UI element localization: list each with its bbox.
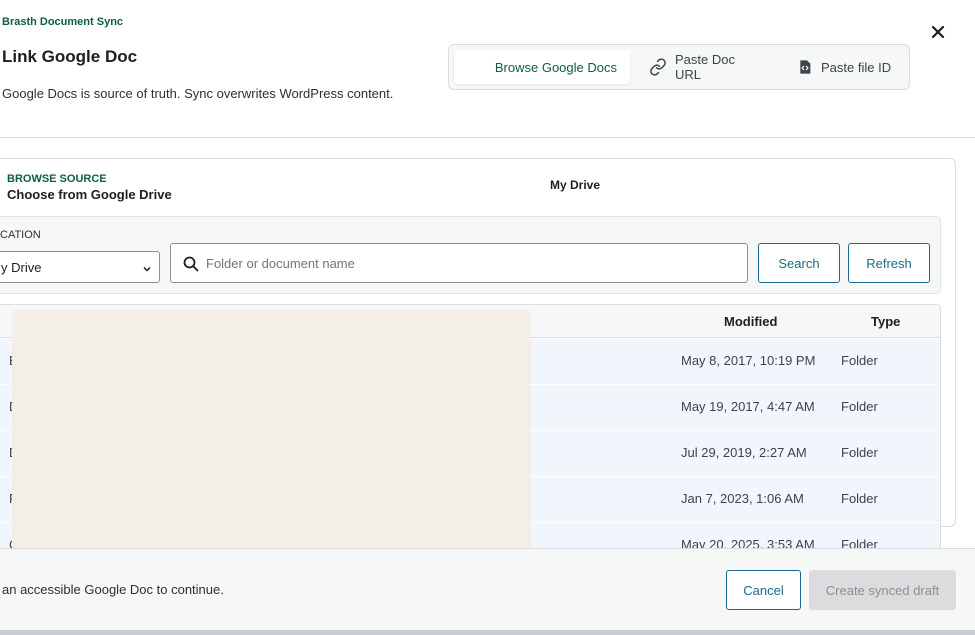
search-input[interactable] <box>206 244 741 282</box>
tab-paste-file-id-label: Paste file ID <box>821 59 892 75</box>
browse-source-title: Choose from Google Drive <box>7 187 172 202</box>
search-icon <box>183 256 199 277</box>
row-type: Folder <box>841 491 878 506</box>
location-select-value: y Drive <box>1 259 42 275</box>
browse-source-label: BROWSE SOURCE <box>7 173 107 185</box>
link-icon <box>649 58 667 76</box>
tab-paste-url-label: Paste Doc URL <box>675 52 735 82</box>
bottom-edge <box>0 630 975 635</box>
column-header-type[interactable]: Type <box>871 314 900 329</box>
location-select[interactable]: y Drive <box>0 251 160 283</box>
tab-browse-google-docs[interactable]: Browse Google Docs <box>454 50 630 84</box>
search-field[interactable] <box>170 243 748 283</box>
create-synced-draft-button[interactable]: Create synced draft <box>809 570 956 610</box>
refresh-button[interactable]: Refresh <box>848 243 930 283</box>
location-label: CATION <box>0 229 41 241</box>
dialog-description: Google Docs is source of truth. Sync ove… <box>2 86 394 101</box>
code-file-icon <box>797 59 813 75</box>
row-type: Folder <box>841 353 878 368</box>
row-type: Folder <box>841 399 878 414</box>
close-button[interactable] <box>926 22 950 46</box>
tab-browse-label: Browse Google Docs <box>494 59 617 75</box>
redacted-region <box>12 310 531 581</box>
cancel-button[interactable]: Cancel <box>726 570 801 610</box>
tab-paste-doc-url[interactable]: Paste Doc URL <box>639 50 769 84</box>
column-header-modified[interactable]: Modified <box>724 314 777 329</box>
app-label: Brasth Document Sync <box>2 16 124 28</box>
current-drive-name: My Drive <box>550 178 601 192</box>
search-button[interactable]: Search <box>758 243 840 283</box>
row-modified: Jan 7, 2023, 1:06 AM <box>681 491 804 506</box>
header-divider <box>0 137 975 138</box>
row-modified: Jul 29, 2019, 2:27 AM <box>681 445 807 460</box>
source-mode-tabs: Browse Google Docs Paste Doc URL Paste f… <box>448 44 910 90</box>
dialog-title: Link Google Doc <box>2 47 138 66</box>
row-modified: May 19, 2017, 4:47 AM <box>681 399 815 414</box>
footer-hint: an accessible Google Doc to continue. <box>2 582 224 597</box>
chevron-down-icon <box>142 262 152 277</box>
close-icon <box>931 25 945 44</box>
dialog-footer: an accessible Google Doc to continue. Ca… <box>0 548 975 630</box>
row-modified: May 8, 2017, 10:19 PM <box>681 353 816 368</box>
row-type: Folder <box>841 445 878 460</box>
tab-paste-file-id[interactable]: Paste file ID <box>787 50 902 84</box>
